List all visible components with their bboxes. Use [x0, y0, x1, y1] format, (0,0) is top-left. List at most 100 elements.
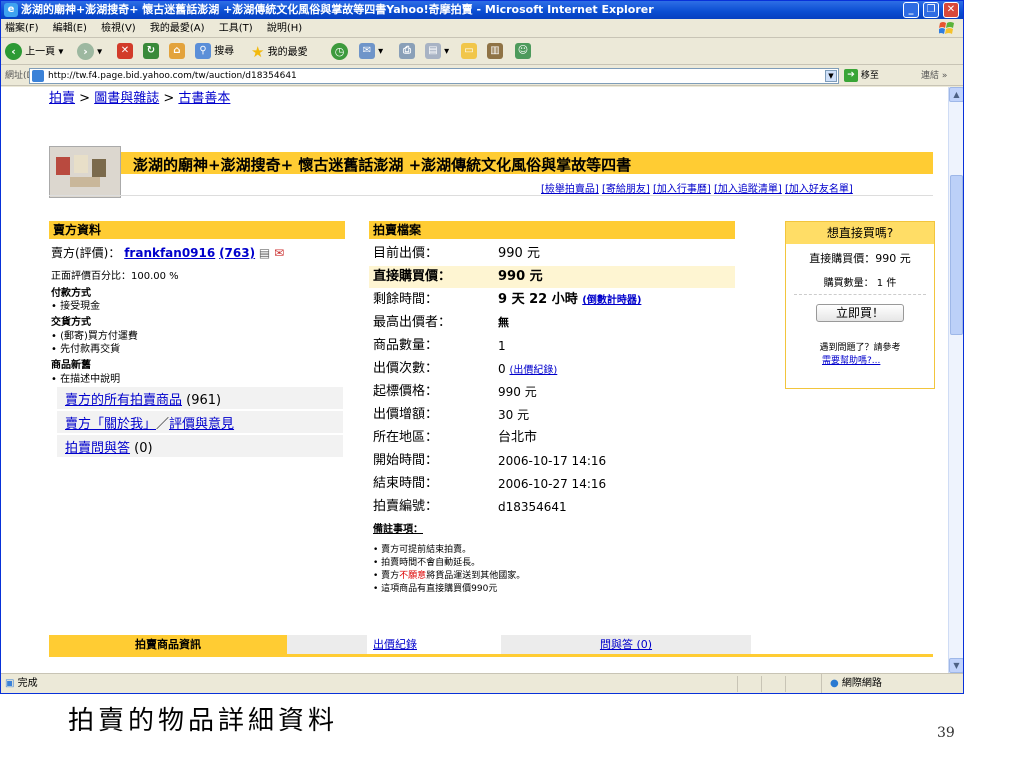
ie-window: e 澎湖的廟神+澎湖搜奇+ 懷古迷舊話澎湖 +澎湖傳統文化風俗與掌故等四書Yah…	[0, 0, 964, 694]
standard-toolbar: ‹ 上一頁 ▾ › ▾ ✕ ↻ ⌂ ⚲ 搜尋 ★ 我的最愛 ◷ ✉ ▾ ⎙ ▤ …	[1, 39, 963, 65]
refresh-icon: ↻	[143, 43, 159, 59]
refresh-button[interactable]: ↻	[143, 43, 159, 61]
seller-line: 賣方(評價)： frankfan0916 (763) ▤ ✉	[51, 246, 285, 260]
status-text: ▣ 完成	[5, 678, 38, 689]
buy-box-header: 想直接買嗎?	[786, 222, 934, 244]
research-button[interactable]: ▥	[487, 43, 503, 61]
help-link[interactable]: 需要幫助嗎?...	[822, 353, 880, 366]
seller-all-items-link[interactable]: 賣方的所有拍賣商品	[65, 393, 182, 408]
condition-item: • 在描述中說明	[51, 374, 121, 385]
tab-item-info[interactable]: 拍賣商品資訊	[49, 635, 287, 655]
menu-file[interactable]: 檔案(F)	[5, 23, 39, 34]
seller-name-link[interactable]: frankfan0916	[124, 246, 215, 260]
buy-quantity: 購買數量： 1 件	[823, 278, 897, 289]
search-button[interactable]: ⚲ 搜尋	[195, 43, 234, 61]
tab-qa-bg: 問與答 (0)	[501, 635, 751, 655]
note-line: • 賣方不願意將貨品運送到其他國家。	[373, 571, 526, 581]
seller-rating-link[interactable]: (763)	[219, 246, 255, 260]
back-arrow-icon: ‹	[5, 43, 22, 60]
go-button[interactable]: ➔ 移至	[844, 69, 879, 83]
history-button[interactable]: ◷	[331, 43, 348, 61]
positive-rate: 正面評價百分比：100.00 %	[51, 271, 179, 282]
vertical-scrollbar[interactable]: ▲ ▼	[948, 87, 963, 673]
minimize-button[interactable]: _	[903, 2, 919, 18]
scroll-thumb[interactable]	[950, 175, 963, 335]
forward-button[interactable]: › ▾	[77, 43, 102, 61]
tab-qa[interactable]: 問與答 (0)	[600, 638, 652, 651]
scroll-down-icon[interactable]: ▼	[949, 658, 963, 673]
tab-bid-history[interactable]: 出價紀錄	[369, 635, 499, 655]
seller-about-link[interactable]: 賣方「關於我」	[65, 417, 156, 432]
condition-title: 商品新舊	[51, 360, 91, 371]
address-bar: 網址(D) http://tw.f4.page.bid.yahoo.com/tw…	[1, 66, 963, 86]
windows-logo-icon	[939, 22, 954, 34]
auction-qa-link[interactable]: 拍賣問與答	[65, 441, 130, 456]
divider	[794, 294, 926, 295]
delivery-title: 交貨方式	[51, 317, 91, 328]
search-icon: ⚲	[195, 43, 211, 59]
globe-icon: ●	[830, 678, 839, 689]
send-friend-link[interactable]: [寄給朋友]	[602, 184, 650, 195]
stop-button[interactable]: ✕	[117, 43, 133, 61]
print-icon: ⎙	[399, 43, 415, 59]
note-line: • 拍賣時間不會自動延長。	[373, 558, 481, 568]
mail-button[interactable]: ✉ ▾	[359, 43, 383, 61]
scroll-up-icon[interactable]: ▲	[949, 87, 963, 102]
delivery-item: • 先付款再交貨	[51, 344, 121, 355]
ie-app-icon: e	[4, 3, 18, 17]
star-icon: ★	[251, 43, 265, 61]
report-link[interactable]: [檢舉拍賣品]	[541, 184, 599, 195]
edit-button[interactable]: ▤ ▾	[425, 43, 449, 61]
maximize-button[interactable]: ❐	[923, 2, 939, 18]
breadcrumb-antique-books[interactable]: 古書善本	[178, 91, 230, 106]
add-watchlist-link[interactable]: [加入追蹤清單]	[714, 184, 782, 195]
breadcrumb-books[interactable]: 圖書與雜誌	[94, 91, 159, 106]
close-button[interactable]: ✕	[943, 2, 959, 18]
menu-edit[interactable]: 編輯(E)	[53, 23, 87, 34]
seller-qa-row: 拍賣問與答 (0)	[65, 441, 153, 456]
menu-help[interactable]: 說明(H)	[267, 23, 302, 34]
messenger-button[interactable]: ☺	[515, 43, 531, 61]
seller-items-row: 賣方的所有拍賣商品 (961)	[65, 393, 222, 408]
address-dropdown-icon[interactable]: ▼	[825, 70, 837, 82]
menu-bar: 檔案(F) 編輯(E) 檢視(V) 我的最愛(A) 工具(T) 說明(H)	[1, 19, 963, 38]
links-button[interactable]: 連結 »	[921, 66, 947, 86]
stop-icon: ✕	[117, 43, 133, 59]
window-title: 澎湖的廟神+澎湖搜奇+ 懷古迷舊話澎湖 +澎湖傳統文化風俗與掌故等四書Yahoo…	[21, 3, 654, 16]
note-line: • 這項商品有直接購買價990元	[373, 584, 498, 594]
mail-seller-icon[interactable]: ✉	[274, 246, 284, 260]
slide-caption: 拍賣的物品詳細資料	[68, 706, 339, 736]
status-bar: ▣ 完成 ● 網際網路	[1, 673, 963, 693]
add-friend-link[interactable]: [加入好友名單]	[785, 184, 853, 195]
print-button[interactable]: ⎙	[399, 43, 415, 61]
security-zone: ● 網際網路	[821, 674, 963, 693]
breadcrumb: 拍賣 > 圖書與雜誌 > 古書善本	[49, 91, 231, 106]
add-calendar-link[interactable]: [加入行事曆]	[653, 184, 711, 195]
item-thumbnail[interactable]	[49, 146, 121, 198]
menu-tools[interactable]: 工具(T)	[219, 23, 253, 34]
buy-price: 直接購買價：990 元	[809, 252, 911, 265]
address-input[interactable]: http://tw.f4.page.bid.yahoo.com/tw/aucti…	[29, 68, 839, 84]
home-icon: ⌂	[169, 43, 185, 59]
history-icon: ◷	[331, 43, 348, 60]
forward-arrow-icon: ›	[77, 43, 94, 60]
seller-feedback-link[interactable]: 評價與意見	[169, 417, 234, 432]
favorites-button[interactable]: ★ 我的最愛	[251, 43, 308, 61]
note-icon[interactable]: ▤	[259, 246, 270, 260]
item-title: 澎湖的廟神+澎湖搜奇+ 懷古迷舊話澎湖 +澎湖傳統文化風俗與掌故等四書	[133, 156, 632, 174]
seller-about-row: 賣方「關於我」／評價與意見	[65, 417, 235, 432]
bottom-rule	[49, 654, 933, 657]
address-url: http://tw.f4.page.bid.yahoo.com/tw/aucti…	[48, 71, 297, 81]
back-button[interactable]: ‹ 上一頁 ▾	[5, 43, 63, 61]
slide-page-number: 39	[937, 725, 955, 741]
buy-now-button[interactable]: 立即買！	[816, 304, 904, 322]
messenger-icon: ☺	[515, 43, 531, 59]
countdown-link[interactable]: (倒數計時器)	[582, 295, 641, 306]
menu-view[interactable]: 檢視(V)	[101, 23, 136, 34]
help-question: 遇到問題了？請參考	[819, 343, 901, 353]
home-button[interactable]: ⌂	[169, 43, 185, 61]
bid-history-link[interactable]: (出價紀錄)	[509, 365, 557, 376]
menu-favorites[interactable]: 我的最愛(A)	[150, 23, 205, 34]
breadcrumb-auction[interactable]: 拍賣	[49, 91, 75, 106]
folder-button[interactable]: ▭	[461, 43, 477, 61]
